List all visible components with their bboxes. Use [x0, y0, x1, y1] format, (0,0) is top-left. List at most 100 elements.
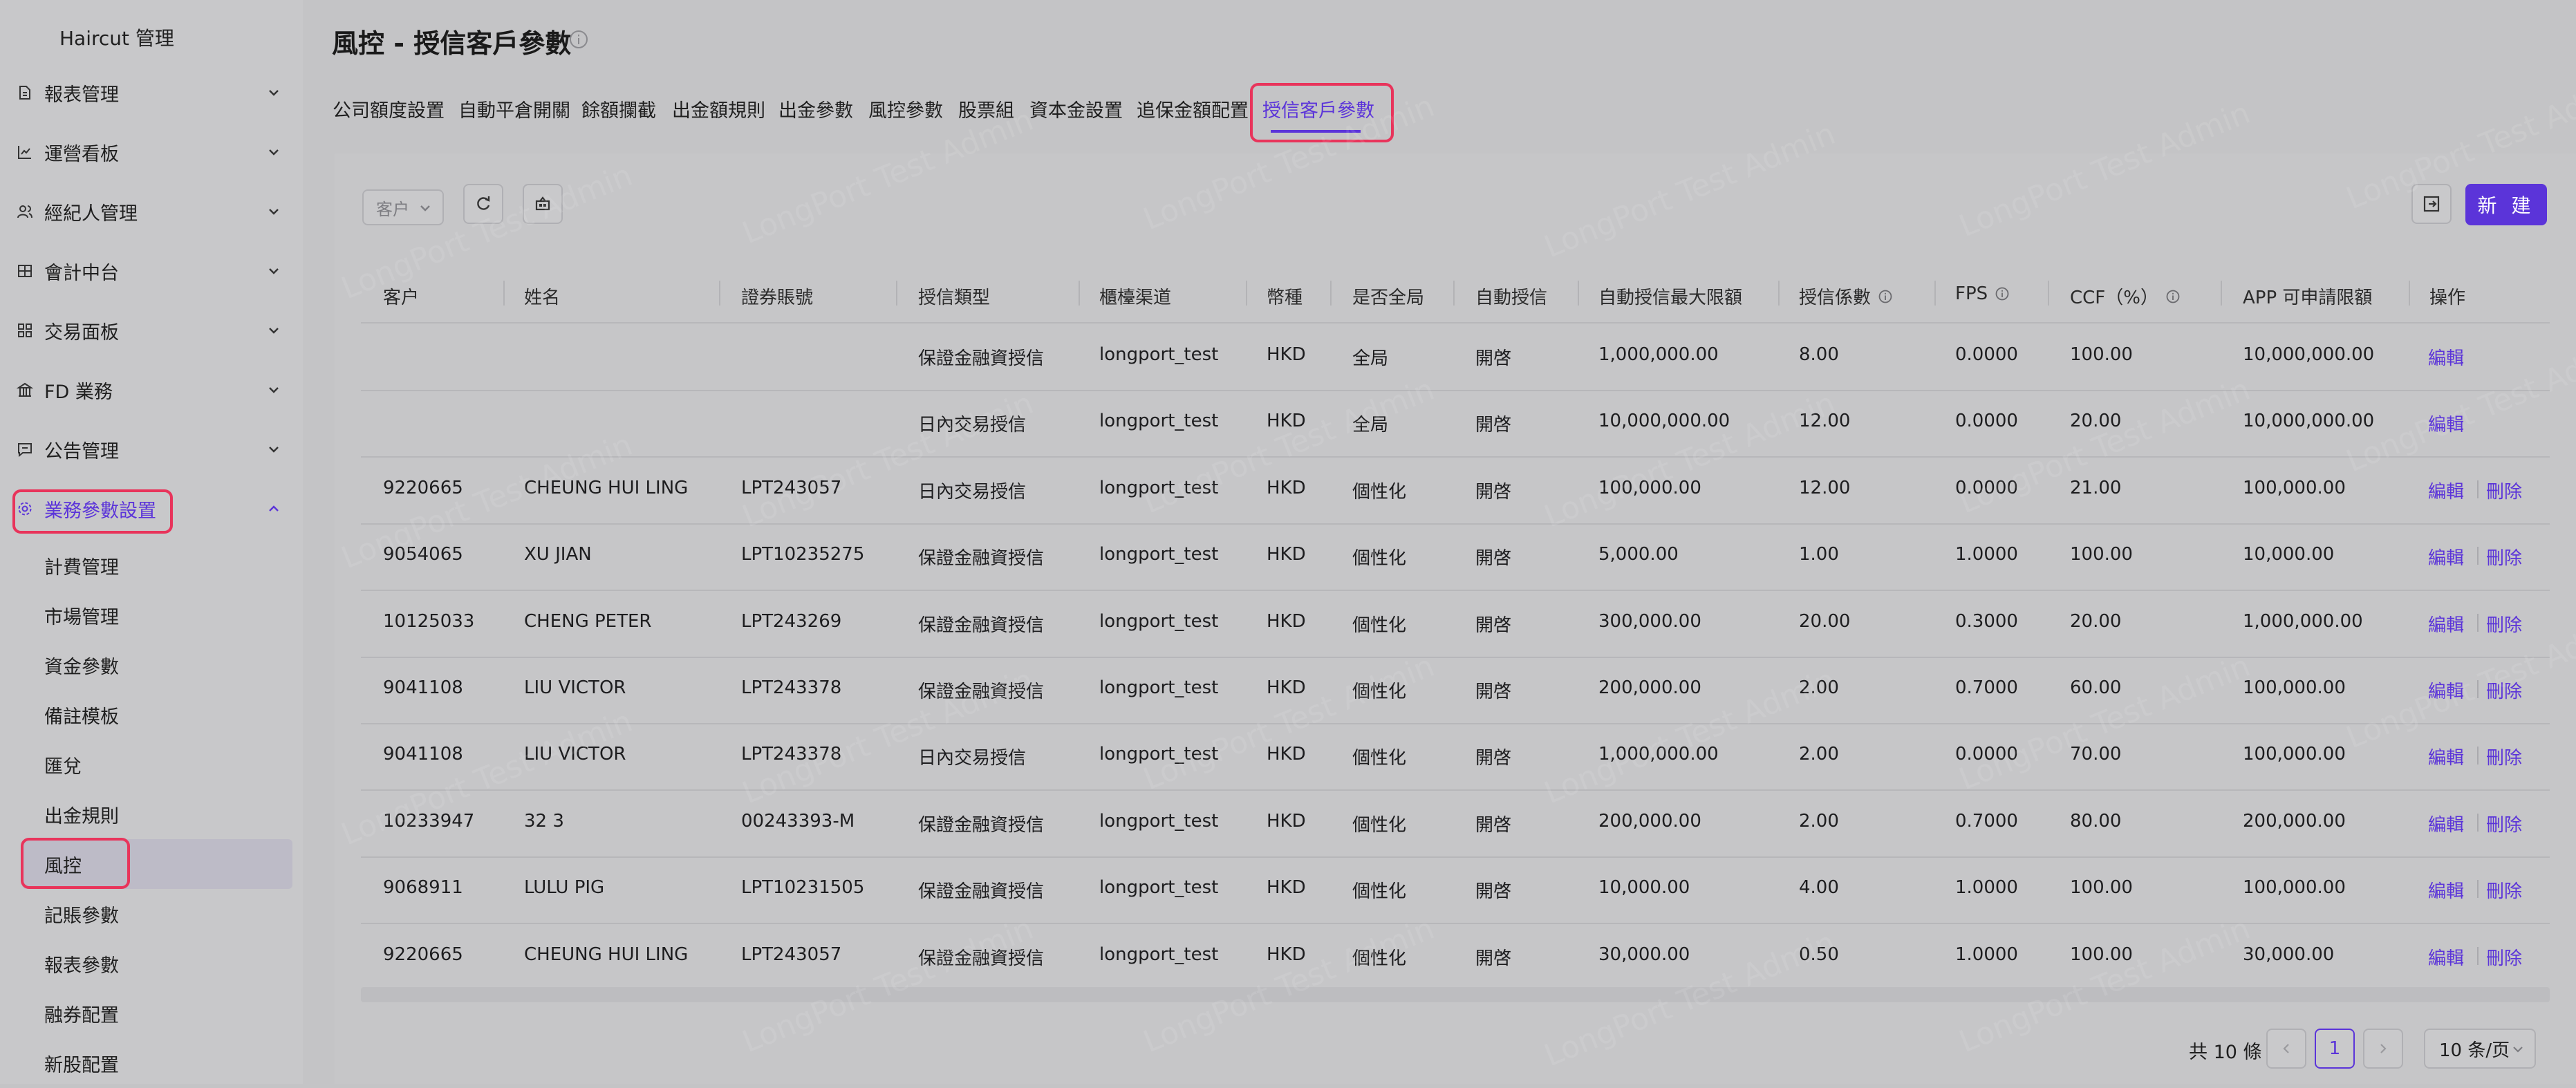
table-header-label: 姓名: [524, 288, 561, 308]
column-settings-button[interactable]: [523, 184, 563, 224]
next-page-button[interactable]: [2363, 1029, 2403, 1069]
table-cell-ccf: 70.00: [2070, 744, 2122, 765]
sidebar-menu-item[interactable]: 交易面板: [0, 306, 303, 355]
edit-link[interactable]: 編輯: [2428, 811, 2464, 836]
tab-item[interactable]: 自動平倉開關: [458, 95, 570, 122]
tab-item[interactable]: 股票組: [958, 95, 1014, 122]
table-header-label: 授信係數: [1799, 288, 1872, 308]
sidebar-submenu-item[interactable]: 計費管理: [0, 541, 303, 590]
edit-link[interactable]: 編輯: [2428, 478, 2464, 503]
table-header-label: 幣種: [1267, 288, 1303, 308]
sidebar-menu-item[interactable]: 公告管理: [0, 424, 303, 474]
chevron-down-icon: [264, 142, 283, 162]
sidebar-menu-item[interactable]: 經紀人管理: [0, 187, 303, 236]
table-cell-fps: 1.0000: [1955, 544, 2018, 565]
sidebar-menu-item[interactable]: 會計中台: [0, 246, 303, 296]
sidebar-submenu-item[interactable]: 新股配置: [0, 1038, 303, 1088]
table-cell-fps: 1.0000: [1955, 877, 2018, 899]
new-button[interactable]: 新 建: [2465, 184, 2547, 225]
edit-link[interactable]: 編輯: [2428, 611, 2464, 637]
sidebar-menu-item[interactable]: 報表管理: [0, 68, 303, 118]
sidebar-submenu-item[interactable]: 記賬參數: [0, 889, 303, 939]
edit-link[interactable]: 編輯: [2428, 411, 2464, 436]
table-cell-fps: 0.7000: [1955, 810, 2018, 832]
info-icon[interactable]: [2165, 289, 2181, 304]
sidebar-submenu-item[interactable]: 備註模板: [0, 690, 303, 740]
delete-link[interactable]: 刪除: [2486, 478, 2522, 503]
refresh-button[interactable]: [463, 184, 503, 224]
tab-item[interactable]: 授信客戶參數: [1262, 95, 1374, 122]
table-cell-client: 9041108: [383, 744, 463, 765]
page-button-current[interactable]: 1: [2315, 1029, 2355, 1069]
edit-link[interactable]: 編輯: [2428, 544, 2464, 570]
export-button[interactable]: [2411, 184, 2452, 224]
delete-link[interactable]: 刪除: [2486, 677, 2522, 703]
table-cell-currency: HKD: [1267, 344, 1306, 365]
sidebar-submenu-item[interactable]: 資金參數: [0, 640, 303, 690]
table-cell-channel: longport_test: [1099, 944, 1219, 965]
table-cell-client: 9220665: [383, 944, 463, 965]
table-cell-max: 300,000.00: [1598, 610, 1701, 632]
info-icon[interactable]: [1995, 286, 2010, 301]
column-divider: [719, 281, 720, 306]
edit-link[interactable]: 編輯: [2428, 344, 2464, 370]
table-cell-type: 日內交易授信: [918, 481, 1027, 503]
delete-link[interactable]: 刪除: [2486, 611, 2522, 637]
delete-link[interactable]: 刪除: [2486, 944, 2522, 970]
action-divider: [2477, 813, 2479, 832]
delete-link[interactable]: 刪除: [2486, 744, 2522, 769]
edit-link[interactable]: 編輯: [2428, 944, 2464, 970]
column-divider: [896, 281, 897, 306]
tab-item[interactable]: 餘額攔截: [581, 95, 656, 122]
table-cell-name: XU JIAN: [524, 544, 592, 565]
table-cell-account: LPT10231505: [741, 877, 865, 899]
table-cell-max: 30,000.00: [1598, 944, 1690, 965]
sidebar-submenu-item[interactable]: 融券配置: [0, 988, 303, 1038]
sidebar-submenu-item[interactable]: 風控: [0, 839, 303, 889]
table-cell-coef: 8.00: [1799, 344, 1839, 365]
table-cell-name: CHEUNG HUI LING: [524, 477, 689, 498]
sidebar-submenu-item[interactable]: 出金規則: [0, 789, 303, 839]
table-cell-client: 9220665: [383, 477, 463, 498]
horizontal-scrollbar[interactable]: [361, 987, 2550, 1002]
page-size-select[interactable]: 10 条/页: [2424, 1029, 2536, 1069]
prev-page-button[interactable]: [2266, 1029, 2306, 1069]
ledger-icon: [15, 261, 35, 281]
table-cell-app_limit: 100,000.00: [2243, 877, 2346, 899]
table-cell-max: 1,000,000.00: [1598, 744, 1719, 765]
edit-link[interactable]: 編輯: [2428, 744, 2464, 769]
sidebar-submenu-item[interactable]: 報表參數: [0, 939, 303, 988]
table-cell-coef: 2.00: [1799, 744, 1839, 765]
table-cell-max: 5,000.00: [1598, 544, 1679, 565]
table-header-cell: FPS: [1955, 283, 2010, 304]
sidebar-menu-item[interactable]: 業務參數設置: [0, 484, 303, 534]
sidebar-menu-label: 交易面板: [44, 321, 119, 344]
info-icon[interactable]: [1878, 289, 1893, 304]
table-cell-coef: 0.50: [1799, 944, 1839, 965]
delete-link[interactable]: 刪除: [2486, 544, 2522, 570]
tab-item[interactable]: 出金參數: [778, 95, 853, 122]
sidebar-menu-item[interactable]: FD 業務: [0, 365, 303, 415]
sidebar-submenu-label: 報表參數: [44, 955, 119, 977]
tab-item[interactable]: 資本金設置: [1029, 95, 1123, 122]
table-cell-coef: 4.00: [1799, 877, 1839, 899]
sidebar-menu-item[interactable]: 運營看板: [0, 127, 303, 177]
table-cell-app_limit: 200,000.00: [2243, 810, 2346, 832]
tab-item[interactable]: 追保金額配置: [1137, 95, 1249, 122]
client-filter-select[interactable]: 客户: [362, 189, 444, 225]
tab-item[interactable]: 公司額度設置: [333, 95, 445, 122]
info-icon[interactable]: [568, 29, 589, 50]
sidebar-submenu-item[interactable]: 市場管理: [0, 590, 303, 640]
column-divider: [1330, 281, 1332, 306]
table-row-divider: [361, 590, 2550, 592]
edit-link[interactable]: 編輯: [2428, 677, 2464, 703]
delete-link[interactable]: 刪除: [2486, 811, 2522, 836]
edit-link[interactable]: 編輯: [2428, 877, 2464, 903]
sidebar-submenu-item[interactable]: 匯兌: [0, 740, 303, 789]
tab-item[interactable]: 出金額規則: [672, 95, 765, 122]
table-header-cell: 幣種: [1267, 283, 1303, 309]
table-cell-global: 個性化: [1352, 948, 1407, 969]
tab-item[interactable]: 風控參數: [868, 95, 943, 122]
delete-link[interactable]: 刪除: [2486, 877, 2522, 903]
table-cell-fps: 0.7000: [1955, 677, 2018, 698]
